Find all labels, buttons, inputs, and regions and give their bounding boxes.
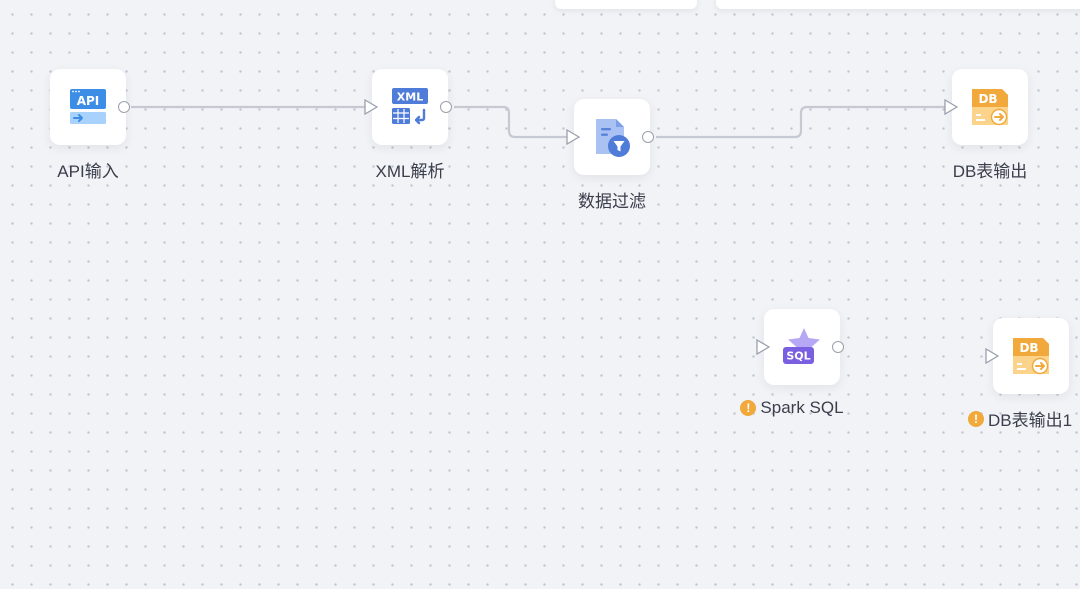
node-label-data-filter: 数据过滤 (578, 192, 646, 211)
node-spark-sql[interactable]: SQL (756, 309, 844, 385)
sql-icon-text: SQL (786, 350, 810, 363)
node-label-spark-sql: ! Spark SQL (712, 397, 872, 418)
flow-canvas[interactable]: API API输入 XML XML解析 数据过滤 DB DB表输出 SQL ! … (0, 0, 1080, 589)
db-output-icon: DB (972, 89, 1008, 126)
output-port[interactable] (642, 131, 654, 143)
xml-icon-text: XML (397, 91, 423, 104)
input-port[interactable] (364, 99, 378, 115)
warning-icon: ! (740, 400, 757, 416)
node-xml-parse[interactable]: XML (364, 69, 452, 145)
data-filter-icon (596, 119, 630, 157)
warning-icon: ! (967, 410, 984, 427)
db-icon-text: DB (978, 92, 997, 106)
node-label-api-input: API输入 (57, 162, 119, 181)
input-port[interactable] (756, 339, 770, 355)
input-port[interactable] (566, 129, 580, 145)
output-port[interactable] (118, 101, 130, 113)
spark-sql-icon: SQL (783, 328, 820, 364)
edge-xml-to-filter[interactable] (454, 105, 567, 139)
node-label-db-output: DB表输出 (952, 162, 1028, 181)
node-api-input[interactable]: API (50, 69, 130, 145)
node-label-db-output-1: ! DB表输出1 (940, 406, 1080, 431)
node-db-output[interactable]: DB (944, 69, 1028, 145)
input-port[interactable] (985, 348, 999, 364)
edge-filter-to-db[interactable] (656, 105, 946, 139)
output-port[interactable] (440, 101, 452, 113)
api-input-icon: API (70, 89, 106, 124)
db-icon-text: DB (1019, 341, 1038, 355)
xml-parse-icon: XML (392, 88, 428, 125)
output-port[interactable] (832, 341, 844, 353)
node-label-xml-parse: XML解析 (375, 162, 445, 181)
db-output-icon: DB (1013, 338, 1049, 375)
edge-layer (131, 105, 946, 139)
node-db-output-1[interactable]: DB (985, 318, 1069, 394)
node-data-filter[interactable] (566, 99, 654, 175)
input-port[interactable] (944, 99, 958, 115)
api-icon-text: API (77, 94, 100, 108)
